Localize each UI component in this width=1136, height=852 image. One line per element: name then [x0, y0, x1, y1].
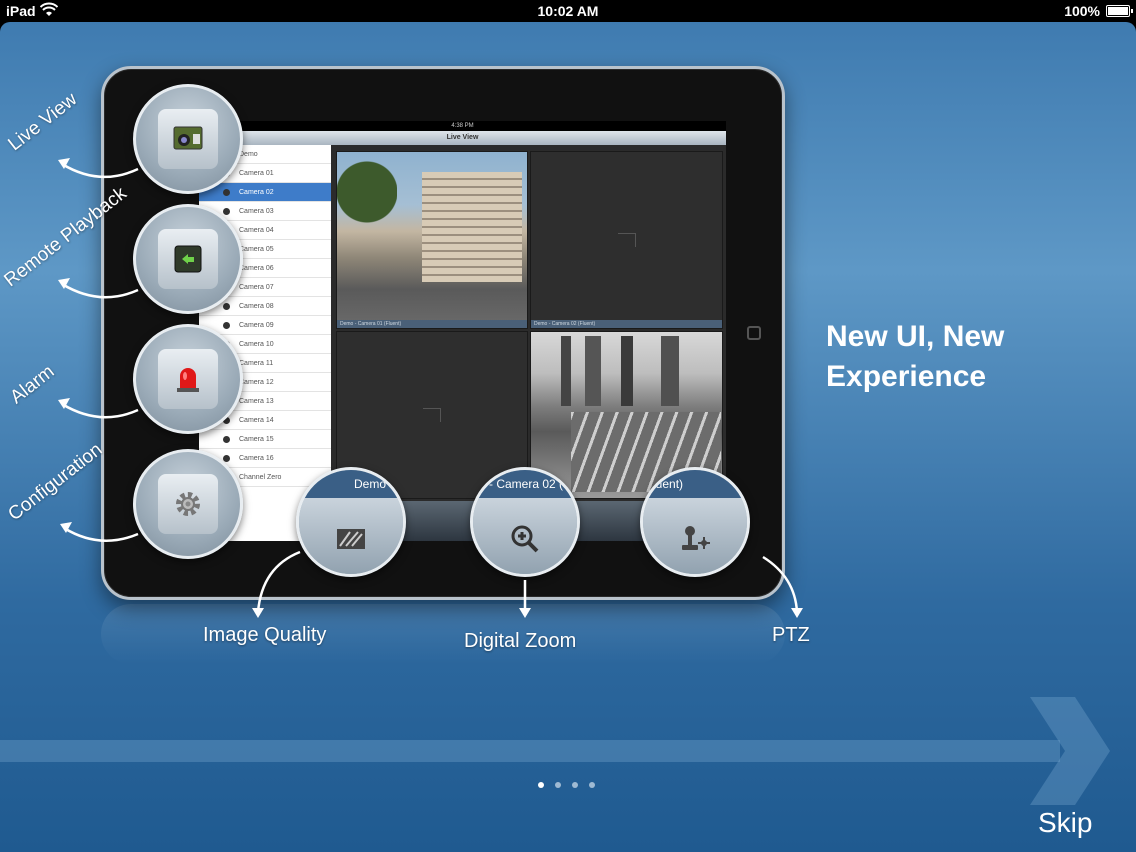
status-time: 10:02 AM	[537, 3, 599, 19]
page-dot[interactable]	[572, 782, 578, 788]
digital-zoom-label: Digital Zoom	[464, 630, 577, 652]
headline-line-1: New UI, New	[826, 320, 1005, 353]
battery-icon	[1106, 5, 1133, 17]
onboarding-screen: 4:38 PM Live View Demo Camera 01 Camera …	[0, 22, 1136, 852]
page-dot[interactable]	[589, 782, 595, 788]
page-dot-active[interactable]	[538, 782, 544, 788]
page-dot[interactable]	[555, 782, 561, 788]
headline: New UI, New Experience	[826, 317, 1086, 397]
image-quality-label: Image Quality	[203, 624, 327, 646]
headline-line-2: Experience	[826, 360, 987, 393]
callout-arrows	[58, 158, 803, 618]
skip-button[interactable]: Skip	[1038, 807, 1092, 839]
battery-percent: 100%	[1064, 3, 1100, 19]
page-indicator[interactable]	[538, 782, 595, 788]
status-bar: iPad 10:02 AM 100%	[0, 0, 1136, 22]
ptz-label: PTZ	[772, 624, 810, 646]
